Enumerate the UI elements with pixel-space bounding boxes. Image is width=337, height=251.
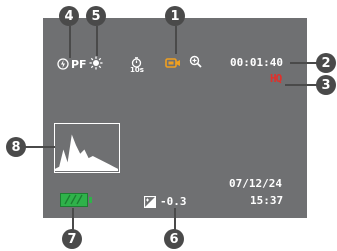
callout-8-leader	[25, 146, 55, 148]
callout-8: 8	[6, 137, 26, 157]
movie-mode-icon	[165, 56, 181, 72]
histogram-graph	[55, 134, 118, 171]
ev-icon	[143, 195, 157, 211]
histogram	[54, 123, 120, 173]
quality-badge: HQ	[270, 72, 282, 85]
flash-mode-label: PF	[71, 58, 87, 71]
callout-6: 6	[164, 229, 184, 249]
callout-7-leader	[72, 208, 74, 230]
exposure-value: -0.3	[160, 195, 187, 208]
callout-2-leader	[290, 62, 318, 64]
battery-icon	[60, 193, 92, 207]
callout-5-leader	[96, 26, 98, 56]
callout-1-leader	[175, 26, 177, 54]
callout-3: 3	[316, 75, 336, 95]
zoom-icon	[189, 55, 202, 71]
callout-5: 5	[86, 6, 106, 26]
sun-icon	[89, 56, 103, 73]
callout-1: 1	[165, 6, 185, 26]
histogram-area	[55, 134, 118, 171]
callout-4-leader	[69, 26, 71, 58]
date-display: 07/12/24	[229, 177, 282, 190]
callout-3-leader	[285, 84, 318, 86]
time-display: 15:37	[250, 194, 284, 207]
callout-4: 4	[59, 6, 79, 26]
recording-counter: 00:01:40	[230, 56, 283, 69]
callout-7: 7	[62, 229, 82, 249]
flash-icon	[57, 58, 69, 72]
self-timer-value: 10s	[130, 66, 144, 74]
callout-2: 2	[316, 53, 336, 73]
